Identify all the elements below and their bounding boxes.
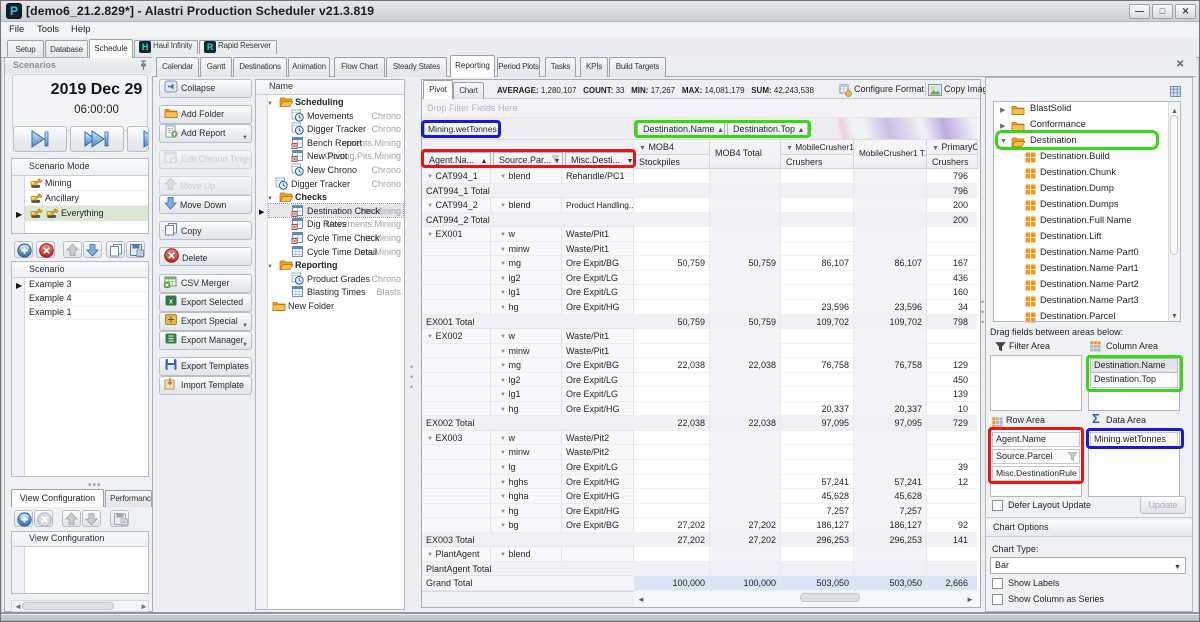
svg-text:x: x [169,299,173,306]
